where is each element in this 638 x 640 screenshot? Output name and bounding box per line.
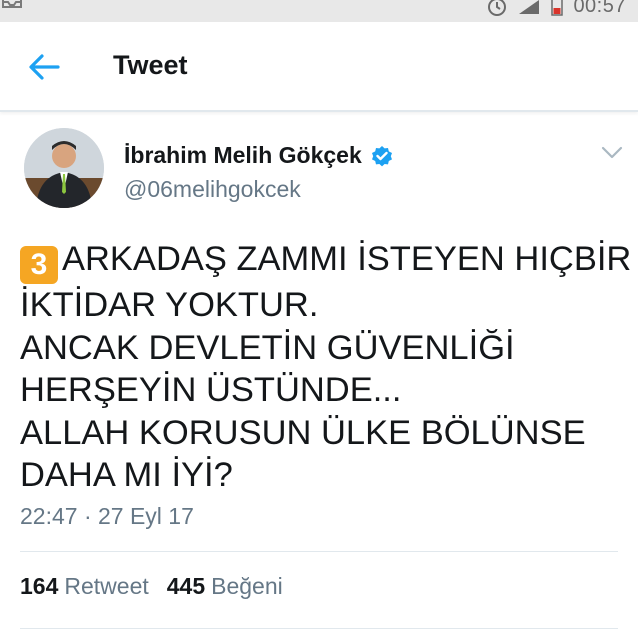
retweet-number: 164: [20, 573, 59, 599]
arrow-left-icon[interactable]: [28, 54, 60, 80]
avatar-image: [24, 128, 104, 208]
status-bar: 00:57: [0, 0, 638, 22]
tweet-line-text: ARKADAŞ ZAMMI İSTEYEN HIÇBİR: [62, 240, 632, 278]
signal-icon: [519, 0, 540, 14]
retweet-count[interactable]: 164 Retweet: [20, 573, 149, 600]
battery-icon: [551, 0, 564, 16]
page-title: Tweet: [113, 50, 188, 80]
divider: [20, 551, 618, 552]
tweet-line: ANCAK DEVLETİN GÜVENLİĞİ: [20, 328, 515, 367]
alarm-icon: [488, 0, 507, 16]
keycap-number-emoji: 3: [20, 246, 58, 284]
tweet-line: 3 ARKADAŞ ZAMMI İSTEYEN HIÇBİR: [20, 238, 632, 284]
like-number: 445: [166, 573, 206, 599]
like-label: Beğeni: [211, 573, 283, 599]
retweet-label: Retweet: [64, 573, 149, 599]
chevron-down-icon[interactable]: [601, 146, 623, 160]
like-count[interactable]: 445 Beğeni: [167, 573, 283, 600]
user-name[interactable]: İbrahim Melih Gökçek: [124, 142, 362, 169]
top-app-bar: Tweet: [0, 22, 638, 112]
status-time: 00:57: [573, 0, 626, 17]
tweet-text: 3 ARKADAŞ ZAMMI İSTEYEN HIÇBİR İKTİDAR YO…: [20, 238, 632, 497]
tweet-stats: 164 Retweet 445 Beğeni: [20, 573, 283, 600]
tweet-line: HERŞEYİN ÜSTÜNDE...: [20, 371, 402, 409]
tweet-timestamp: 22:47 · 27 Eyl 17: [20, 503, 194, 529]
tweet-line: ALLAH KORUSUN ÜLKE BÖLÜNSE: [20, 413, 586, 452]
avatar[interactable]: [24, 128, 104, 208]
mail-icon: [2, 0, 22, 8]
user-handle[interactable]: @06melihgokcek: [124, 176, 301, 203]
divider: [20, 628, 618, 629]
user-name-row: İbrahim Melih Gökçek: [124, 142, 394, 169]
tweet-line: İKTİDAR YOKTUR.: [20, 286, 319, 324]
verified-badge-icon: [371, 145, 392, 166]
tweet-line: DAHA MI İYİ?: [20, 456, 233, 494]
